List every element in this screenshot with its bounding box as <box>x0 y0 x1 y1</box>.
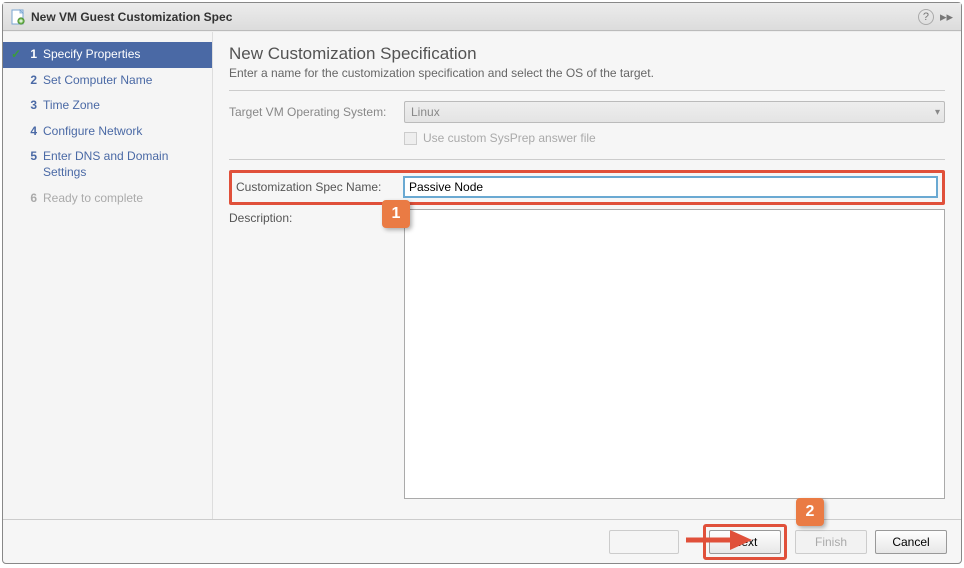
titlebar: New VM Guest Customization Spec ? ▸▸ <box>3 3 961 31</box>
document-icon <box>11 9 25 25</box>
spec-name-input[interactable] <box>403 176 938 198</box>
spec-name-label: Customization Spec Name: <box>236 180 403 194</box>
back-button-hidden <box>609 530 679 554</box>
description-row: Description: <box>229 209 945 499</box>
step-ready-complete: 6 Ready to complete <box>3 186 212 212</box>
finish-button: Finish <box>795 530 867 554</box>
step-specify-properties[interactable]: ✓ 1 Specify Properties <box>3 42 212 68</box>
help-icon[interactable]: ? <box>918 9 934 25</box>
target-os-value: Linux <box>411 105 440 119</box>
target-os-row: Target VM Operating System: Linux ▾ <box>229 101 945 123</box>
separator-2 <box>229 159 945 160</box>
check-icon: ✓ <box>9 47 23 63</box>
page-heading: New Customization Specification <box>229 44 945 64</box>
step-time-zone[interactable]: 3 Time Zone <box>3 93 212 119</box>
expand-icon[interactable]: ▸▸ <box>940 9 953 25</box>
sysprep-checkbox <box>404 132 417 145</box>
wizard-sidebar: ✓ 1 Specify Properties 2 Set Computer Na… <box>3 32 213 519</box>
step-configure-network[interactable]: 4 Configure Network <box>3 119 212 145</box>
sysprep-label: Use custom SysPrep answer file <box>423 131 596 145</box>
dialog-title: New VM Guest Customization Spec <box>31 10 918 24</box>
step-dns-domain[interactable]: 5 Enter DNS and Domain Settings <box>3 144 212 185</box>
page-subtitle: Enter a name for the customization speci… <box>229 66 945 80</box>
target-os-dropdown[interactable]: Linux ▾ <box>404 101 945 123</box>
annotation-callout-2: 2 <box>796 498 824 526</box>
dialog-window: New VM Guest Customization Spec ? ▸▸ ✓ 1… <box>2 2 962 564</box>
step-set-computer-name[interactable]: 2 Set Computer Name <box>3 68 212 94</box>
target-os-label: Target VM Operating System: <box>229 105 404 119</box>
separator <box>229 90 945 91</box>
description-label: Description: <box>229 209 404 225</box>
spec-name-row: Customization Spec Name: <box>236 176 938 198</box>
annotation-callout-1: 1 <box>382 200 410 228</box>
cancel-button[interactable]: Cancel <box>875 530 947 554</box>
dialog-body: ✓ 1 Specify Properties 2 Set Computer Na… <box>3 31 961 519</box>
annotation-highlight-1: Customization Spec Name: <box>229 170 945 205</box>
sysprep-row: Use custom SysPrep answer file <box>404 131 945 145</box>
content-panel: New Customization Specification Enter a … <box>213 32 961 519</box>
chevron-down-icon: ▾ <box>935 107 940 118</box>
arrow-annotation-icon <box>684 527 754 556</box>
description-textarea[interactable] <box>404 209 945 499</box>
